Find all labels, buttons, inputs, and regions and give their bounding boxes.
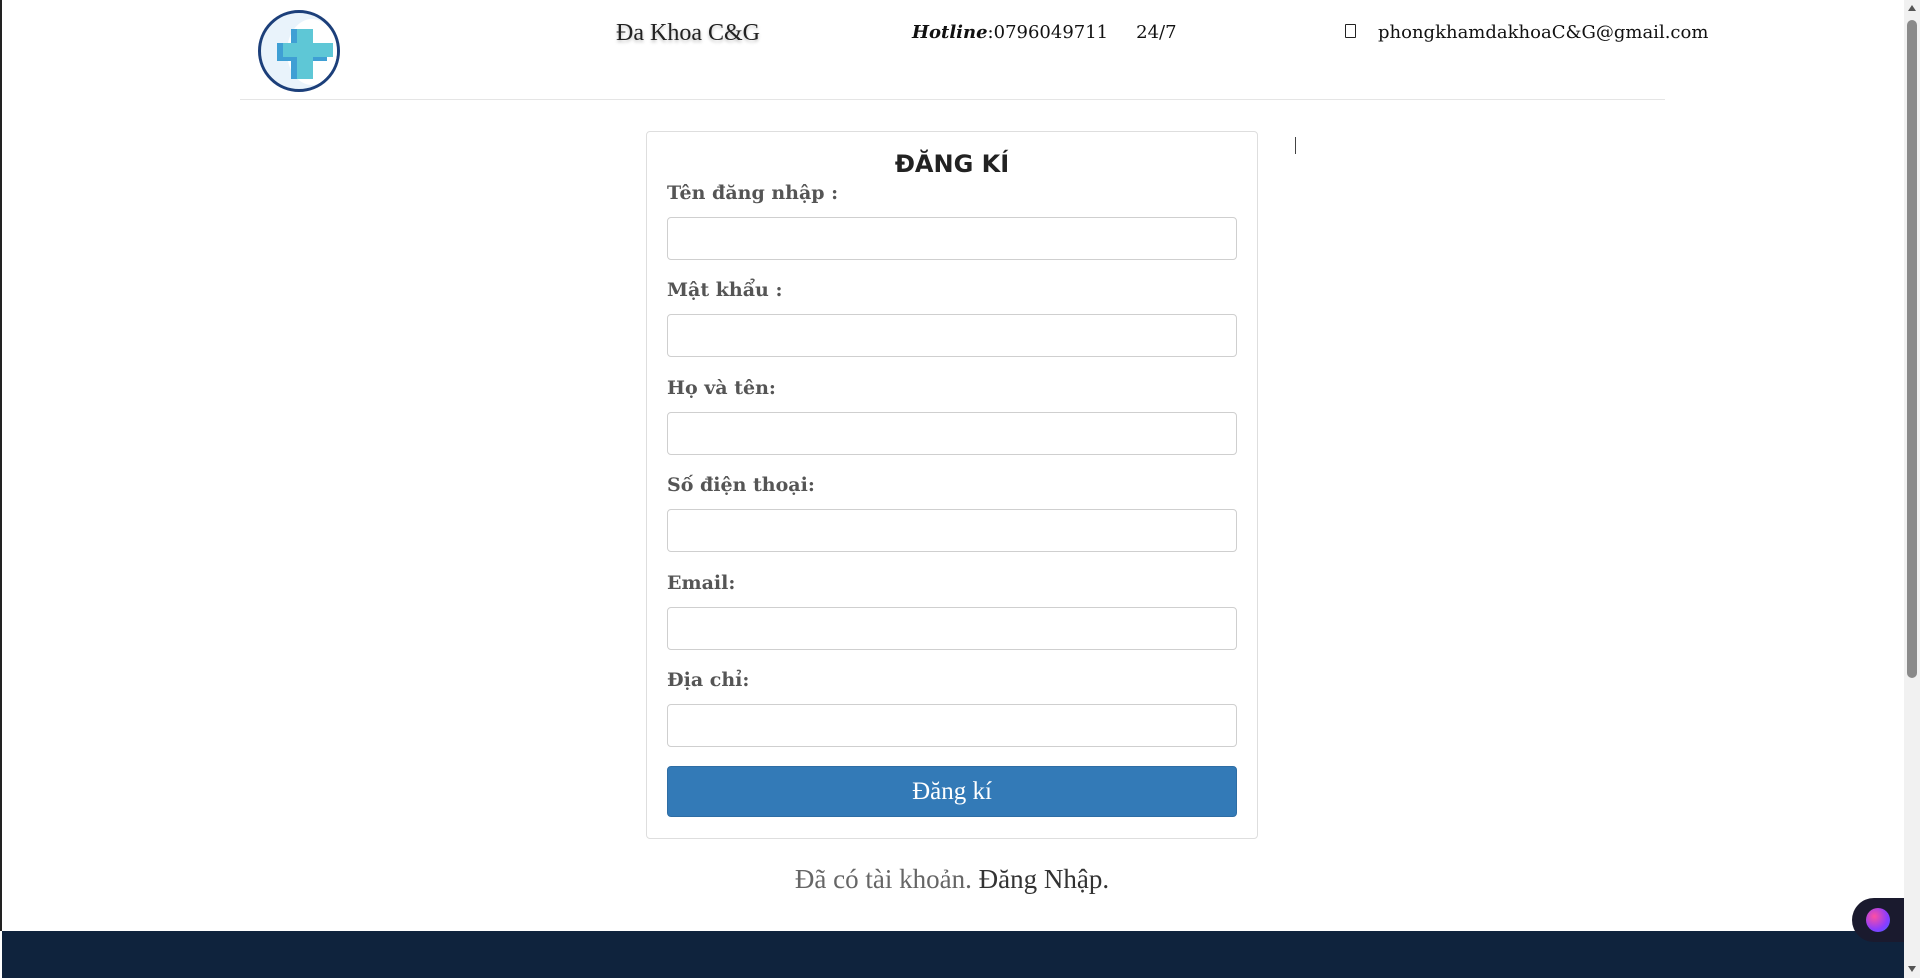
register-form: ĐĂNG KÍ Tên đăng nhập : Mật khẩu : Họ và… [646,131,1258,839]
fullname-input[interactable] [667,412,1237,455]
address-label: Địa chỉ: [667,669,750,691]
medical-cross-logo-icon[interactable] [258,10,340,92]
page-scrollbar[interactable] [1904,0,1920,978]
site-footer [2,931,1904,978]
register-button[interactable]: Đăng kí [667,766,1237,817]
login-prompt: Đã có tài khoản. Đăng Nhập. [0,864,1904,895]
hotline-hours: 24/7 [1136,22,1177,43]
phone-label: Số điện thoại: [667,474,815,496]
password-label: Mật khẩu : [667,279,783,301]
text-cursor [1295,137,1296,154]
site-header: Đa Khoa C&G Hotline:0796049711 24/7 phong… [240,0,1708,100]
address-input[interactable] [667,704,1237,747]
site-brand: Đa Khoa C&G [616,20,760,46]
chat-widget-button[interactable] [1852,898,1904,942]
email-label: Email: [667,572,736,594]
username-input[interactable] [667,217,1237,260]
brain-icon [1866,908,1890,932]
email-input[interactable] [667,607,1237,650]
contact-email[interactable]: phongkhamdakhoaC&G@gmail.com [1378,22,1708,43]
password-input[interactable] [667,314,1237,357]
scroll-up-arrow-icon[interactable] [1908,5,1916,11]
login-link[interactable]: Đăng Nhập. [979,864,1109,894]
envelope-icon [1345,24,1356,38]
form-title: ĐĂNG KÍ [894,150,1010,178]
login-prompt-text: Đã có tài khoản. [794,864,979,894]
username-label: Tên đăng nhập : [667,182,839,204]
fullname-label: Họ và tên: [667,377,776,399]
scrollbar-thumb[interactable] [1907,20,1917,678]
hotline: Hotline:0796049711 24/7 [912,22,1177,43]
hotline-number: :0796049711 [987,22,1109,43]
scroll-down-arrow-icon[interactable] [1908,966,1916,972]
hotline-label: Hotline [912,22,988,43]
window-edge [0,0,2,931]
phone-input[interactable] [667,509,1237,552]
